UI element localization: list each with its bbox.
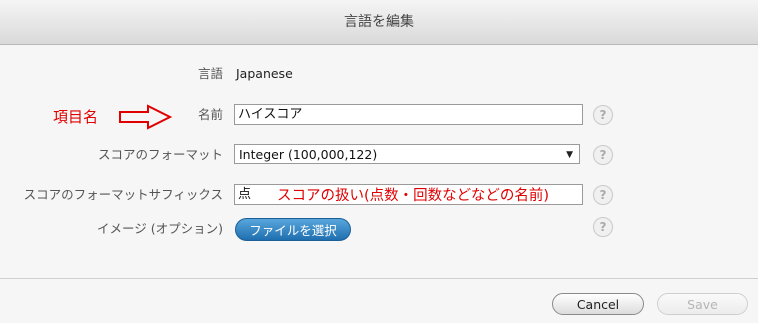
name-help-icon[interactable]: ? — [593, 105, 613, 125]
name-input[interactable]: ハイスコア — [234, 104, 583, 125]
save-button[interactable]: Save — [657, 293, 748, 315]
score-format-help-icon[interactable]: ? — [593, 145, 613, 165]
image-row: イメージ (オプション) ファイルを選択 ? — [0, 216, 758, 242]
dropdown-arrow-icon: ▼ — [566, 150, 573, 160]
score-suffix-help-icon[interactable]: ? — [593, 185, 613, 205]
annotation-item-name: 項目名 — [53, 108, 99, 126]
score-format-label: スコアのフォーマット — [97, 147, 223, 162]
score-format-selected: Integer (100,000,122) — [239, 147, 378, 162]
image-help-icon[interactable]: ? — [593, 217, 613, 237]
score-suffix-label: スコアのフォーマットサフィックス — [23, 187, 223, 202]
language-row: 言語 Japanese — [0, 61, 758, 87]
language-label: 言語 — [197, 66, 223, 81]
language-value: Japanese — [236, 66, 293, 81]
name-label: 名前 — [197, 107, 223, 122]
dialog-footer: Cancel Save — [0, 278, 758, 323]
image-label: イメージ (オプション) — [97, 221, 223, 236]
score-format-row: スコアのフォーマット Integer (100,000,122) ▼ ? — [0, 142, 758, 168]
annotation-arrow-icon — [119, 104, 173, 130]
cancel-button[interactable]: Cancel — [552, 293, 644, 315]
edit-language-dialog: 言語を編集 言語 Japanese 名前 ハイスコア ? スコアのフォーマット … — [0, 0, 758, 322]
annotation-suffix-note: スコアの扱い(点数・回数などなどの名前) — [277, 188, 550, 204]
name-row: 名前 ハイスコア ? — [0, 102, 758, 128]
dialog-title: 言語を編集 — [0, 0, 758, 45]
choose-file-button[interactable]: ファイルを選択 — [235, 218, 351, 241]
score-format-select[interactable]: Integer (100,000,122) ▼ — [234, 144, 580, 164]
